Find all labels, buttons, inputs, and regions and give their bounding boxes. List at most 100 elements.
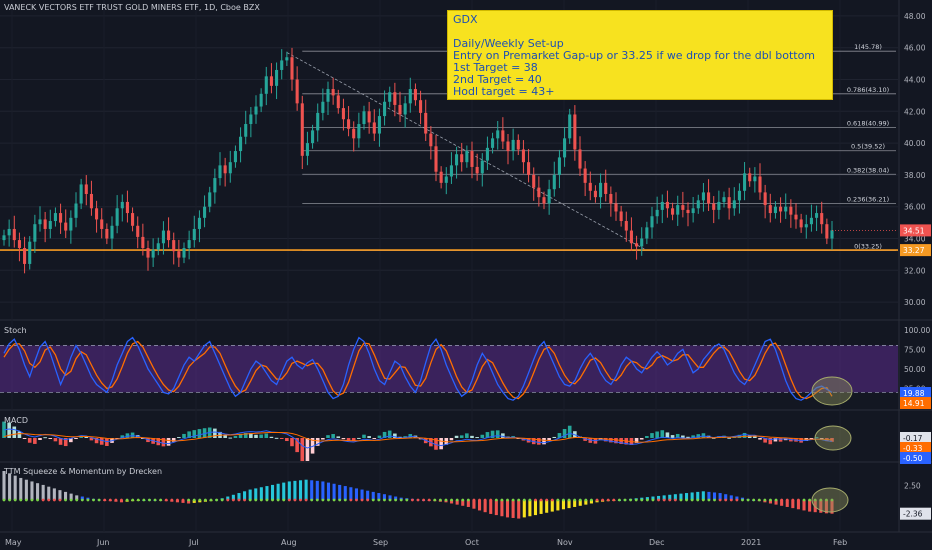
candle-body — [239, 136, 243, 152]
candle-body — [17, 240, 21, 249]
ttm-squeeze-dot — [24, 498, 28, 502]
ttm-squeeze-dot — [802, 498, 806, 502]
stoch-highlight-circle — [811, 376, 853, 406]
candle-body — [619, 211, 623, 222]
trade-setup-note: GDX Daily/Weekly Set-up Entry on Premark… — [447, 10, 833, 100]
candle-body — [12, 228, 16, 241]
candle-body — [650, 216, 654, 228]
macd-histogram-bar — [639, 438, 644, 440]
ttm-momentum-bar — [489, 500, 493, 514]
macd-histogram-bar — [387, 430, 392, 438]
ttm-squeeze-dot — [226, 498, 230, 502]
ttm-squeeze-dot — [265, 498, 269, 502]
macd-histogram-bar — [228, 437, 233, 439]
ttm-squeeze-dot — [685, 498, 688, 502]
ttm-squeeze-dot — [103, 498, 107, 502]
candle-body — [311, 130, 315, 144]
candle-body — [660, 201, 664, 210]
macd-histogram-bar — [264, 433, 269, 438]
macd-histogram-bar — [74, 438, 78, 439]
ttm-squeeze-dot — [80, 498, 84, 502]
ttm-squeeze-dot — [198, 498, 202, 502]
candle-body — [701, 192, 705, 201]
ttm-momentum-bar — [265, 486, 269, 500]
candle-body — [326, 89, 330, 102]
ttm-squeeze-dot — [769, 498, 772, 502]
candle-body — [748, 173, 752, 182]
candle-body — [732, 200, 736, 209]
ttm-squeeze-dot — [187, 498, 191, 502]
fib-level-label: 0(33.25) — [854, 242, 882, 250]
ttm-squeeze-dot — [645, 498, 649, 502]
ttm-momentum-bar — [556, 500, 560, 511]
ttm-squeeze-dot — [483, 498, 487, 502]
macd-histogram-bar — [439, 438, 443, 450]
ttm-squeeze-dot — [757, 498, 761, 502]
stoch-tick-label: 100.00 — [904, 326, 930, 335]
candle-body — [424, 112, 428, 134]
candle-body — [681, 205, 685, 210]
candle-body — [460, 154, 464, 163]
ttm-squeeze-dot — [293, 498, 297, 502]
ttm-badge-label: -2.36 — [903, 510, 923, 519]
candle-body — [388, 92, 392, 102]
ttm-squeeze-dot — [220, 498, 224, 502]
candle-body — [799, 219, 803, 228]
ttm-squeeze-dot — [774, 498, 778, 502]
macd-histogram-bar — [465, 433, 469, 438]
macd-histogram-bar — [22, 438, 27, 439]
macd-histogram-bar — [290, 438, 294, 447]
time-axis-label: Dec — [649, 538, 664, 547]
ttm-squeeze-dot — [741, 498, 744, 502]
ttm-squeeze-dot — [461, 498, 465, 502]
candle-body — [614, 203, 618, 212]
macd-histogram-bar — [192, 430, 197, 438]
macd-histogram-bar — [377, 435, 382, 438]
candle-body — [341, 108, 345, 120]
ttm-squeeze-dot — [422, 498, 425, 502]
candle-body — [743, 173, 747, 191]
macd-histogram-bar — [326, 435, 330, 438]
macd-histogram-bar — [670, 435, 675, 438]
macd-histogram-bar — [43, 437, 47, 439]
candle-body — [115, 208, 119, 226]
candle-body — [609, 193, 613, 204]
candle-body — [347, 119, 351, 129]
ttm-squeeze-dot — [567, 498, 571, 502]
macd-badge-label: -0.33 — [903, 444, 923, 453]
candle-body — [671, 208, 675, 215]
ttm-squeeze-dot — [120, 498, 123, 502]
ttm-squeeze-dot — [75, 498, 79, 502]
symbol-title: VANECK VECTORS ETF TRUST GOLD MINERS ETF… — [4, 3, 260, 12]
ttm-squeeze-dot — [321, 498, 325, 502]
ttm-momentum-bar — [8, 473, 12, 500]
ttm-squeeze-dot — [399, 498, 403, 502]
candle-body — [84, 184, 88, 194]
ttm-squeeze-dot — [92, 498, 95, 502]
candle-body — [264, 76, 268, 94]
macd-histogram-bar — [331, 434, 335, 438]
macd-histogram-bar — [99, 438, 104, 445]
ttm-momentum-bar — [13, 475, 17, 500]
macd-histogram-bar — [53, 438, 58, 442]
ttm-squeeze-dot — [763, 498, 767, 502]
ttm-momentum-bar — [500, 500, 504, 517]
ttm-squeeze-dot — [148, 498, 151, 502]
ttm-squeeze-dot — [797, 498, 800, 502]
candle-body — [820, 213, 824, 225]
macd-histogram-bar — [285, 438, 289, 442]
macd-histogram-bar — [33, 438, 37, 444]
candle-body — [449, 165, 453, 177]
ttm-squeeze-dot — [8, 498, 11, 502]
ttm-squeeze-dot — [562, 498, 565, 502]
ttm-momentum-bar — [332, 483, 336, 500]
macd-histogram-bar — [12, 426, 17, 438]
macd-histogram-bar — [17, 431, 22, 438]
ttm-squeeze-dot — [271, 498, 274, 502]
ttm-squeeze-dot — [466, 498, 470, 502]
price-tick-label: 42.00 — [904, 107, 926, 116]
ttm-squeeze-dot — [231, 498, 235, 502]
ttm-squeeze-dot — [13, 498, 17, 502]
candle-body — [383, 101, 387, 117]
ttm-squeeze-dot — [259, 498, 263, 502]
